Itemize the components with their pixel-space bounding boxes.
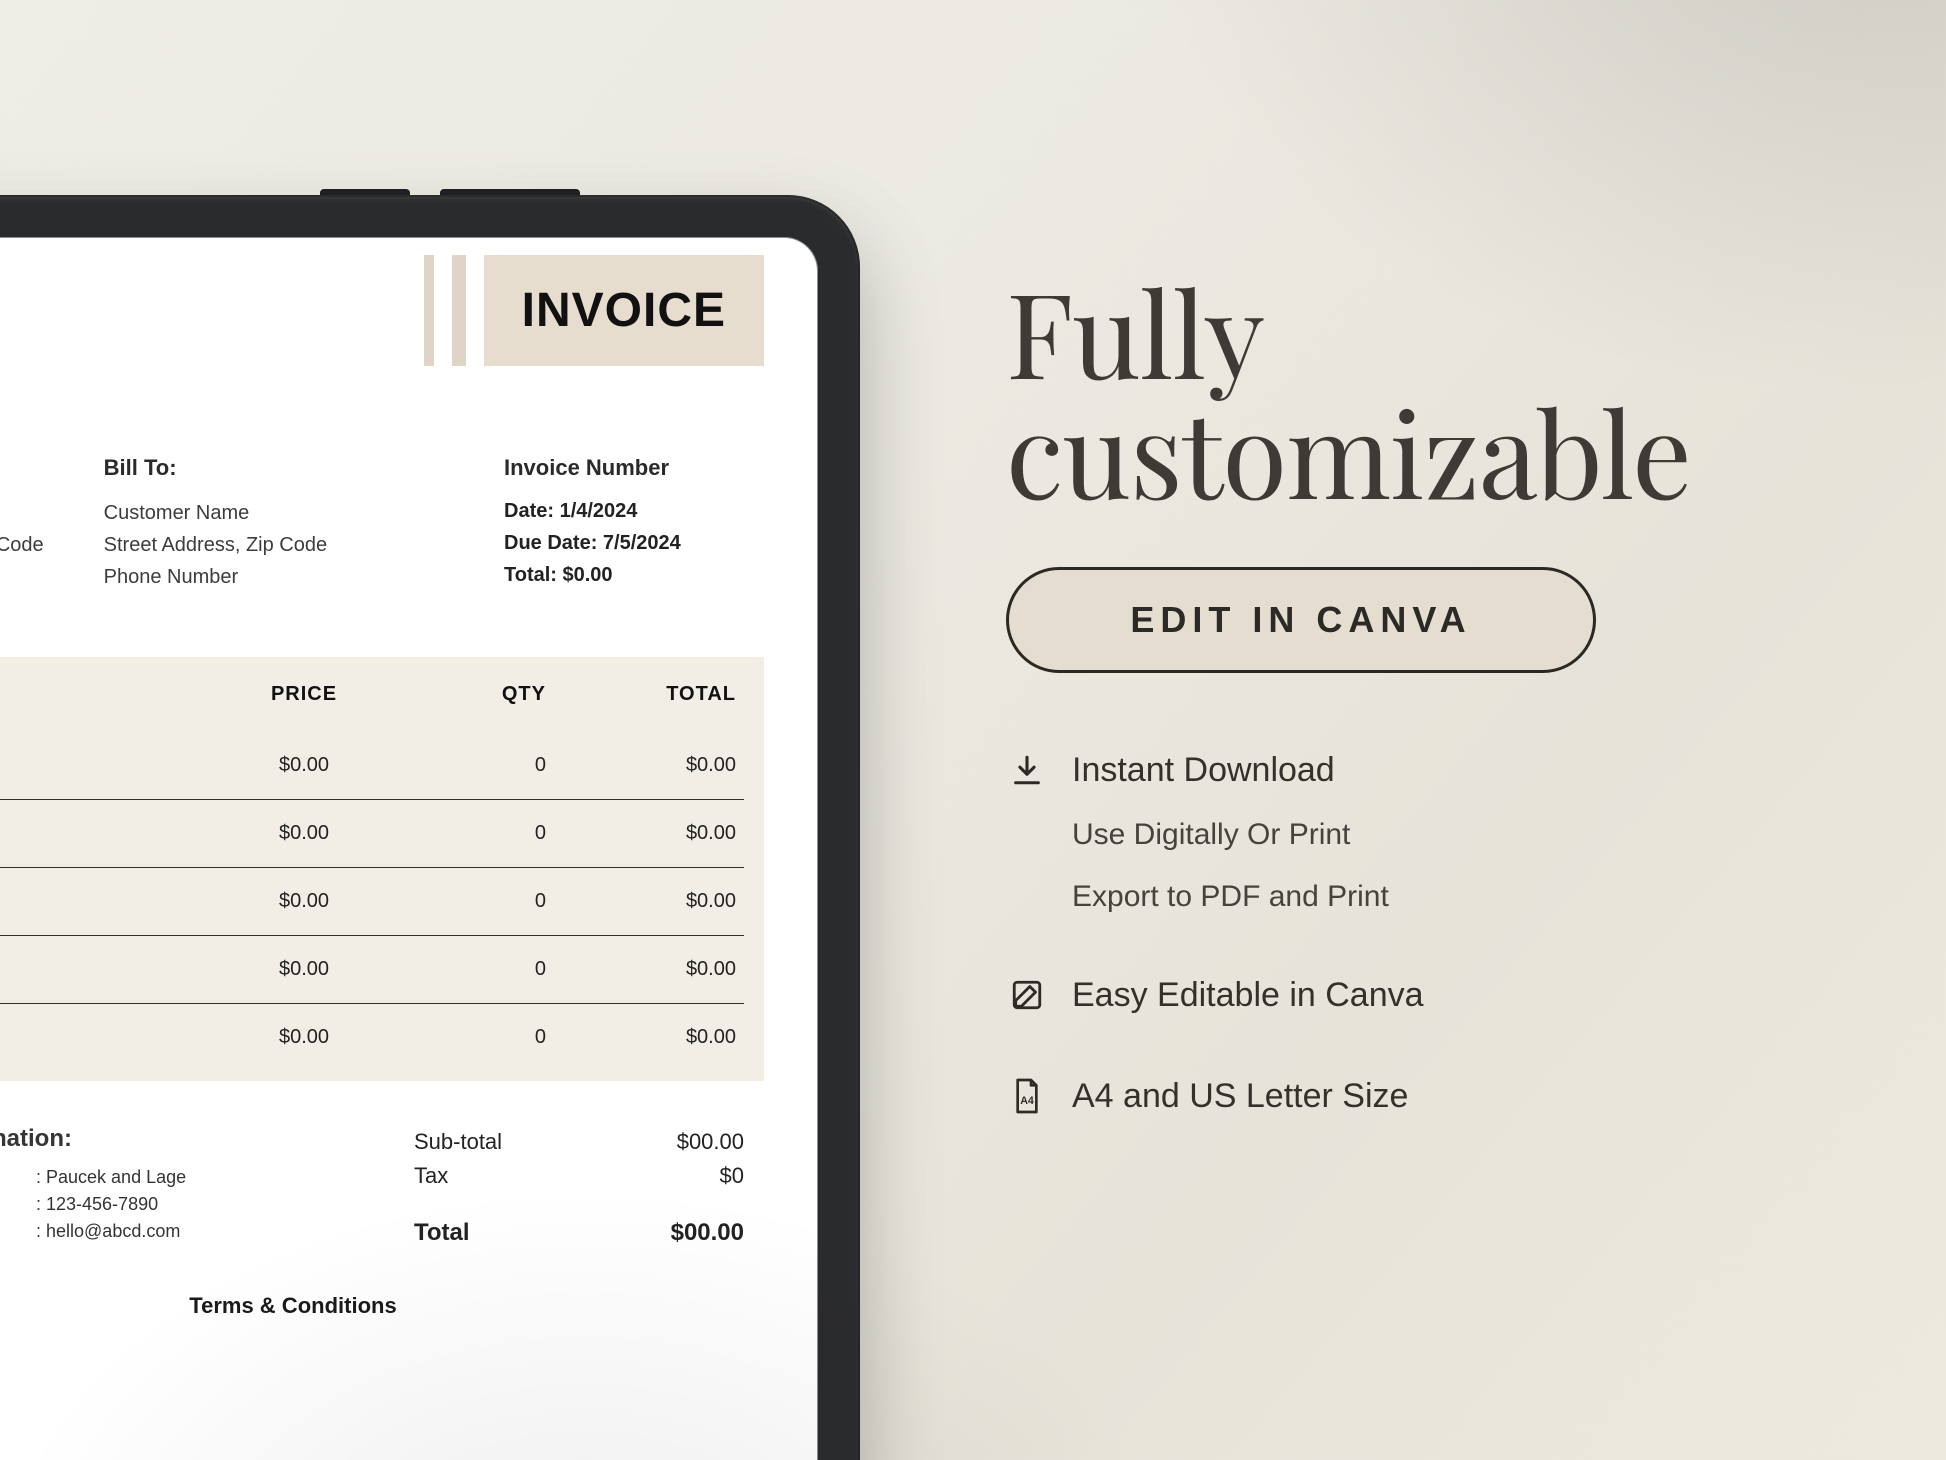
tablet-screen: EM IPSUM INVOICE rom: pany Name t Addres…: [0, 237, 818, 1460]
table-row: uct Name$0.000$0.00: [0, 936, 744, 1004]
invoice-date: Date: 1/4/2024: [504, 495, 764, 527]
feature-label: Easy Editable in Canva: [1072, 976, 1424, 1015]
feature-list: Instant Download Use Digitally Or Print …: [1006, 751, 1826, 1116]
tax-line: Tax $0: [414, 1159, 744, 1193]
invoice-document: EM IPSUM INVOICE rom: pany Name t Addres…: [0, 237, 818, 1460]
billto-heading: Bill To:: [104, 450, 327, 485]
tax-value: $0: [720, 1163, 744, 1189]
cell-qty: 0: [394, 868, 554, 936]
table-row: uct Name$0.000$0.00: [0, 732, 744, 800]
subtotal-label: Sub-total: [414, 1129, 502, 1155]
terms-heading: Terms & Conditions: [0, 1293, 764, 1319]
payment-heading: ment Information:: [0, 1125, 384, 1153]
cell-qty: 0: [394, 936, 554, 1004]
cell-price: $0.00: [214, 1004, 394, 1072]
payment-key: unt Number: [0, 1194, 18, 1215]
line-items-table: UCT PRICE QTY TOTAL uct Name$0.000$0.00u…: [0, 657, 764, 1081]
cell-qty: 0: [394, 1004, 554, 1072]
payment-key: [0, 1221, 18, 1242]
invoice-meta-total: Total: $0.00: [504, 559, 764, 591]
feature-sub-digital-print: Use Digitally Or Print: [1006, 818, 1826, 852]
col-product: UCT: [0, 683, 214, 732]
tax-label: Tax: [414, 1163, 448, 1189]
subtotal-line: Sub-total $00.00: [414, 1125, 744, 1159]
brand: EM IPSUM: [0, 255, 3, 351]
cell-product: uct Name: [0, 936, 214, 1004]
title-wrap: INVOICE: [424, 255, 764, 366]
payment-value: : Paucek and Lage: [36, 1167, 186, 1188]
feature-paper-size: A4 A4 and US Letter Size: [1006, 1077, 1826, 1116]
feature-label: A4 and US Letter Size: [1072, 1077, 1408, 1116]
document-title: INVOICE: [522, 283, 726, 338]
cell-qty: 0: [394, 732, 554, 800]
from-line: t Address, Zip Code: [0, 529, 44, 561]
col-qty: QTY: [394, 683, 554, 732]
headline: Fully customizable: [1006, 270, 1826, 511]
feature-label: Instant Download: [1072, 751, 1335, 790]
cell-price: $0.00: [214, 936, 394, 1004]
from-line: e Number: [0, 561, 44, 593]
tablet-button: [320, 189, 410, 195]
headline-line-2: customizable: [1006, 371, 1691, 529]
subtotal-value: $00.00: [677, 1129, 744, 1155]
cell-total: $0.00: [554, 868, 744, 936]
from-heading: rom:: [0, 450, 44, 485]
payment-value: : 123-456-7890: [36, 1194, 158, 1215]
payment-info: ment Information: Name : Paucek and Lage…: [0, 1125, 384, 1251]
payment-value: : hello@abcd.com: [36, 1221, 180, 1242]
tablet-device: EM IPSUM INVOICE rom: pany Name t Addres…: [0, 195, 860, 1460]
cell-product: uct Name: [0, 800, 214, 868]
payment-row: Name : Paucek and Lage: [0, 1167, 384, 1188]
download-icon: [1006, 753, 1048, 787]
payment-row: unt Number : 123-456-7890: [0, 1194, 384, 1215]
from-block: rom: pany Name t Address, Zip Code e Num…: [0, 450, 44, 593]
billto-line: Customer Name: [104, 497, 327, 529]
tablet-button: [440, 189, 580, 195]
col-total: TOTAL: [554, 683, 744, 732]
invoice-due-date: Due Date: 7/5/2024: [504, 527, 764, 559]
invoice-meta-block: Invoice Number Date: 1/4/2024 Due Date: …: [504, 450, 764, 593]
feature-label: Export to PDF and Print: [1072, 880, 1389, 914]
feature-editable-canva: Easy Editable in Canva: [1006, 976, 1826, 1015]
col-price: PRICE: [214, 683, 394, 732]
edit-in-canva-button[interactable]: EDIT IN CANVA: [1006, 567, 1596, 673]
feature-sub-export-pdf: Export to PDF and Print: [1006, 880, 1826, 914]
billto-line: Phone Number: [104, 561, 327, 593]
promo-panel: Fully customizable EDIT IN CANVA Instant…: [1006, 270, 1826, 1116]
cell-qty: 0: [394, 800, 554, 868]
cell-product: uct Name: [0, 732, 214, 800]
svg-text:A4: A4: [1020, 1095, 1034, 1107]
grand-total-line: Total $00.00: [414, 1215, 744, 1251]
totals-block: Sub-total $00.00 Tax $0 Total $00.00: [414, 1125, 744, 1251]
billto-line: Street Address, Zip Code: [104, 529, 327, 561]
cell-product: uct Name: [0, 1004, 214, 1072]
accent-stripe: [424, 255, 434, 366]
from-line: pany Name: [0, 497, 44, 529]
billto-block: Bill To: Customer Name Street Address, Z…: [104, 450, 327, 593]
cell-price: $0.00: [214, 732, 394, 800]
cell-price: $0.00: [214, 800, 394, 868]
grand-total-value: $00.00: [671, 1219, 744, 1247]
payment-key: Name: [0, 1167, 18, 1188]
cell-total: $0.00: [554, 936, 744, 1004]
cell-total: $0.00: [554, 1004, 744, 1072]
invoice-number-heading: Invoice Number: [504, 450, 764, 485]
cell-total: $0.00: [554, 800, 744, 868]
cell-product: uct Name: [0, 868, 214, 936]
page-a4-icon: A4: [1006, 1077, 1048, 1115]
payment-row: : hello@abcd.com: [0, 1221, 384, 1242]
cell-total: $0.00: [554, 732, 744, 800]
table-row: uct Name$0.000$0.00: [0, 800, 744, 868]
feature-instant-download: Instant Download: [1006, 751, 1826, 790]
edit-icon: [1006, 978, 1048, 1012]
cell-price: $0.00: [214, 868, 394, 936]
accent-stripe: [452, 255, 466, 366]
table-row: uct Name$0.000$0.00: [0, 1004, 744, 1072]
brand-name: EM IPSUM: [0, 323, 3, 351]
cta-label: EDIT IN CANVA: [1130, 599, 1471, 641]
grand-total-label: Total: [414, 1219, 470, 1247]
title-box: INVOICE: [484, 255, 764, 366]
feature-label: Use Digitally Or Print: [1072, 818, 1350, 852]
table-row: uct Name$0.000$0.00: [0, 868, 744, 936]
